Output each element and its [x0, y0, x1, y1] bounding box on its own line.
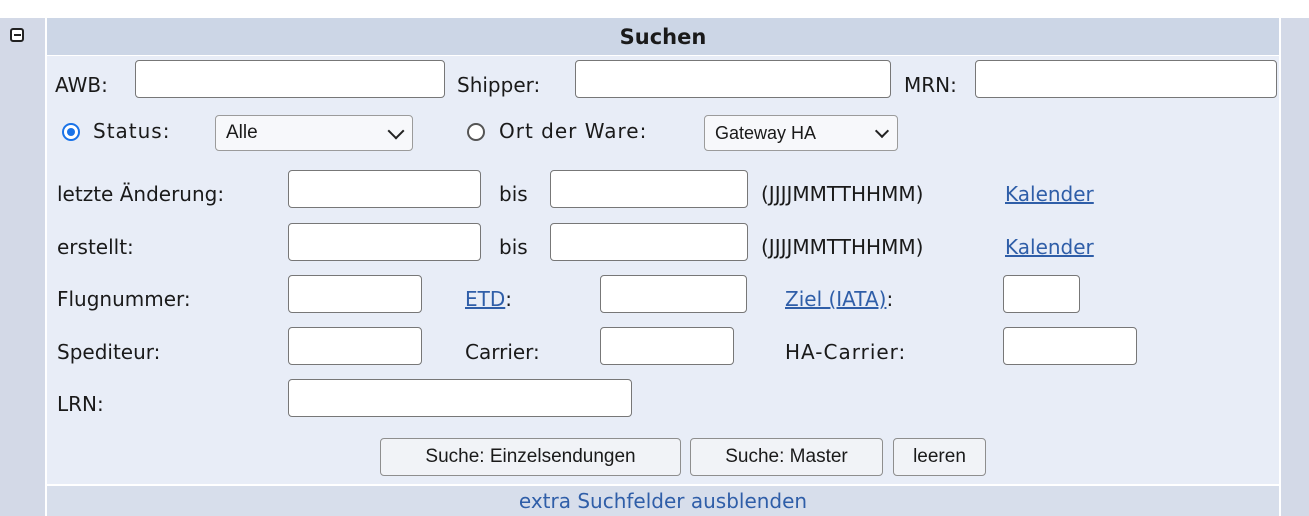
shipper-input[interactable]: [575, 60, 891, 98]
letzte-aenderung-to-input[interactable]: [550, 170, 748, 208]
ha-carrier-input[interactable]: [1003, 327, 1137, 365]
bis-label: bis: [499, 182, 528, 206]
toggle-extra-fields-link[interactable]: extra Suchfelder ausblenden: [519, 489, 807, 513]
ziel-iata-input[interactable]: [1003, 275, 1080, 313]
spediteur-label: Spediteur:: [57, 340, 161, 364]
flugnummer-input[interactable]: [288, 275, 422, 313]
carrier-label: Carrier:: [465, 340, 540, 364]
footer-bar: extra Suchfelder ausblenden: [47, 486, 1279, 516]
status-select[interactable]: Alle: [215, 115, 413, 151]
etd-link[interactable]: ETD: [465, 287, 505, 311]
ha-carrier-label: HA-Carrier:: [785, 340, 907, 364]
search-panel: Suchen AWB: Shipper: MRN: Status: Alle O…: [0, 0, 1309, 516]
awb-input[interactable]: [135, 60, 445, 98]
date-format-hint: (JJJJMMTTHHMM): [761, 235, 924, 259]
awb-label: AWB:: [55, 73, 108, 97]
bis-label: bis: [499, 235, 528, 259]
mrn-label: MRN:: [904, 73, 957, 97]
lrn-input[interactable]: [288, 379, 632, 417]
clear-button[interactable]: leeren: [893, 438, 986, 476]
right-gutter: [1281, 18, 1309, 516]
etd-input[interactable]: [600, 275, 747, 313]
ort-select-value: Gateway HA: [715, 122, 817, 143]
date-format-hint: (JJJJMMTTHHMM): [761, 182, 924, 206]
etd-colon: :: [505, 287, 513, 311]
mrn-input[interactable]: [975, 60, 1277, 98]
kalender-link[interactable]: Kalender: [1005, 182, 1094, 206]
letzte-aenderung-label: letzte Änderung:: [57, 182, 225, 206]
erstellt-from-input[interactable]: [288, 223, 481, 261]
ort-radio[interactable]: [467, 123, 485, 141]
panel-title: Suchen: [47, 18, 1279, 55]
ziel-colon: :: [886, 287, 894, 311]
ziel-field-label: Ziel (IATA):: [785, 287, 893, 311]
letzte-aenderung-from-input[interactable]: [288, 170, 481, 208]
chevron-down-icon: [874, 123, 890, 139]
carrier-input[interactable]: [600, 327, 734, 365]
collapse-icon[interactable]: [10, 28, 24, 42]
ort-label: Ort der Ware:: [499, 119, 648, 143]
spediteur-input[interactable]: [288, 327, 422, 365]
status-select-value: Alle: [226, 122, 258, 143]
search-form: AWB: Shipper: MRN: Status: Alle Ort der …: [47, 56, 1279, 484]
erstellt-label: erstellt:: [57, 235, 134, 259]
chevron-down-icon: [387, 122, 405, 140]
erstellt-to-input[interactable]: [550, 223, 748, 261]
shipper-label: Shipper:: [457, 73, 541, 97]
kalender-link[interactable]: Kalender: [1005, 235, 1094, 259]
left-gutter: [0, 18, 45, 516]
status-radio[interactable]: [62, 123, 80, 141]
flugnummer-label: Flugnummer:: [57, 287, 191, 311]
etd-field-label: ETD:: [465, 287, 512, 311]
search-einzelsendungen-button[interactable]: Suche: Einzelsendungen: [380, 438, 681, 476]
lrn-label: LRN:: [57, 392, 104, 416]
ziel-iata-link[interactable]: Ziel (IATA): [785, 287, 886, 311]
search-master-button[interactable]: Suche: Master: [690, 438, 883, 476]
ort-select[interactable]: Gateway HA: [704, 115, 898, 151]
status-label: Status:: [93, 119, 171, 143]
